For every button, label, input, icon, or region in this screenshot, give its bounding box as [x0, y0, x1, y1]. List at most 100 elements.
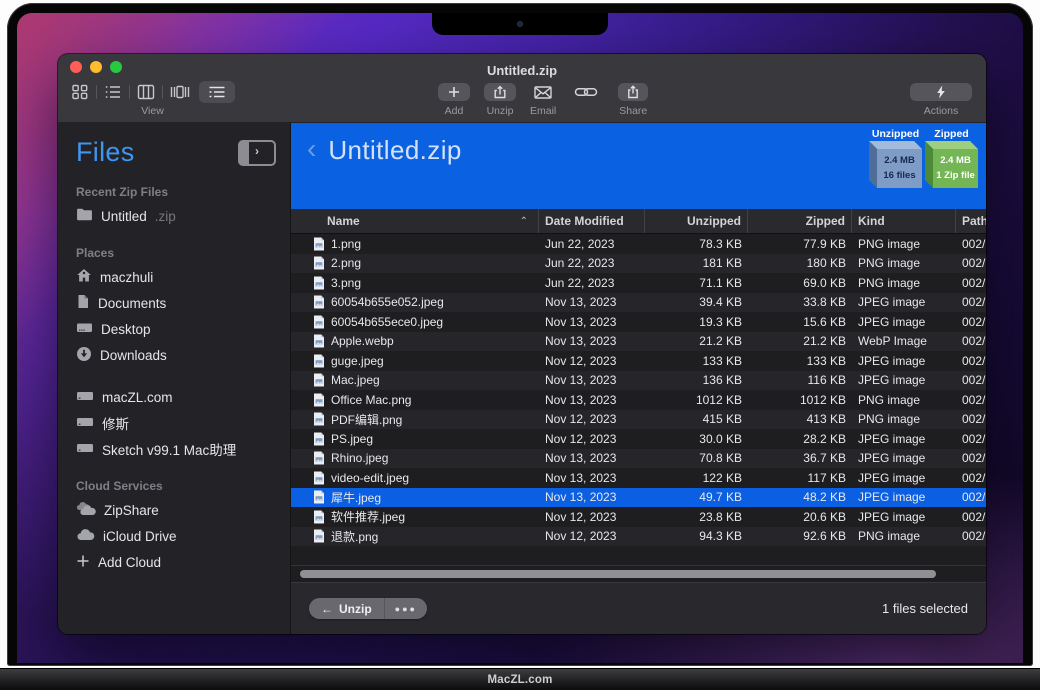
- cell-date: Nov 12, 2023: [539, 354, 645, 368]
- cell-zipped: 180 KB: [748, 256, 852, 270]
- table-row[interactable]: Mac.jpegNov 13, 2023136 KB116 KBJPEG ima…: [291, 371, 986, 391]
- gallery-view-icon[interactable]: [169, 83, 191, 101]
- cell-unzipped: 94.3 KB: [645, 529, 748, 543]
- unzip-options-button[interactable]: ●●●: [385, 598, 427, 619]
- email-button[interactable]: Email: [530, 80, 556, 117]
- sidebar-item-documents[interactable]: Documents: [76, 290, 276, 316]
- cell-path: 002/: [956, 490, 986, 504]
- cell-kind: JPEG image: [852, 295, 956, 309]
- cell-date: Jun 22, 2023: [539, 256, 645, 270]
- cell-path: 002/: [956, 510, 986, 524]
- close-button[interactable]: [70, 61, 82, 73]
- column-header-kind[interactable]: Kind: [852, 209, 956, 233]
- cell-date: Nov 12, 2023: [539, 412, 645, 426]
- actions-button[interactable]: Actions: [910, 80, 972, 117]
- status-bar: ← Unzip ●●● 1 files selected: [291, 582, 986, 634]
- file-icon: [313, 295, 325, 309]
- cell-path: 002/: [956, 256, 986, 270]
- cell-date: Nov 13, 2023: [539, 393, 645, 407]
- screen-wallpaper: Untitled.zip: [17, 13, 1023, 663]
- panel-toggle-icon[interactable]: ›: [238, 140, 276, 166]
- cell-kind: PNG image: [852, 393, 956, 407]
- table-row[interactable]: 犀牛.jpegNov 13, 202349.7 KB48.2 KBJPEG im…: [291, 488, 986, 508]
- table-row[interactable]: Apple.webpNov 13, 202321.2 KB21.2 KBWebP…: [291, 332, 986, 352]
- list-view-icon[interactable]: [103, 83, 123, 101]
- outline-view-icon[interactable]: [199, 81, 235, 103]
- cell-unzipped: 23.8 KB: [645, 510, 748, 524]
- cell-kind: JPEG image: [852, 510, 956, 524]
- sidebar-item-untitled[interactable]: Untitled.zip: [76, 203, 276, 229]
- column-view-icon[interactable]: [136, 83, 156, 101]
- cell-kind: PNG image: [852, 412, 956, 426]
- cell-unzipped: 21.2 KB: [645, 334, 748, 348]
- table-row[interactable]: 60054b655e052.jpegNov 13, 202339.4 KB33.…: [291, 293, 986, 313]
- file-icon: [313, 354, 325, 368]
- cell-name: 2.png: [291, 256, 539, 270]
- table-row[interactable]: 3.pngJun 22, 202371.1 KB69.0 KBPNG image…: [291, 273, 986, 293]
- table-row[interactable]: 1.pngJun 22, 202378.3 KB77.9 KBPNG image…: [291, 234, 986, 254]
- table-row[interactable]: 软件推荐.jpegNov 12, 202323.8 KB20.6 KBJPEG …: [291, 507, 986, 527]
- scrollbar-thumb[interactable]: [300, 570, 936, 578]
- cell-unzipped: 122 KB: [645, 471, 748, 485]
- view-segmented-control: View: [70, 80, 235, 117]
- file-icon: [313, 471, 325, 485]
- column-header-zipped[interactable]: Zipped: [748, 209, 852, 233]
- sidebar-item-maczhuli[interactable]: maczhuli: [76, 264, 276, 290]
- cell-date: Nov 12, 2023: [539, 432, 645, 446]
- sidebar-item-label: Documents: [98, 296, 166, 311]
- cell-kind: PNG image: [852, 237, 956, 251]
- table-row[interactable]: Office Mac.pngNov 13, 20231012 KB1012 KB…: [291, 390, 986, 410]
- sidebar: Files › Recent Zip FilesUntitled.zipPlac…: [58, 123, 291, 634]
- sidebar-section-header: Recent Zip Files: [76, 185, 276, 199]
- back-chevron-icon[interactable]: ‹: [307, 135, 316, 166]
- app-window: Untitled.zip: [58, 54, 986, 634]
- home-icon: [76, 268, 92, 286]
- table-row[interactable]: PS.jpegNov 12, 202330.0 KB28.2 KBJPEG im…: [291, 429, 986, 449]
- sidebar-item-desktop[interactable]: Desktop: [76, 316, 276, 342]
- cell-name: Office Mac.png: [291, 393, 539, 407]
- sidebar-item-maczl-com[interactable]: macZL.com: [76, 384, 276, 410]
- table-row[interactable]: 2.pngJun 22, 2023181 KB180 KBPNG image00…: [291, 254, 986, 274]
- cell-path: 002/: [956, 237, 986, 251]
- share-button[interactable]: Share: [618, 80, 648, 117]
- sidebar-item-label: maczhuli: [100, 270, 153, 285]
- cell-path: 002/: [956, 451, 986, 465]
- table-row[interactable]: Rhino.jpegNov 13, 202370.8 KB36.7 KBJPEG…: [291, 449, 986, 469]
- sidebar-item-label: 修斯: [102, 413, 129, 433]
- sidebar-item-zipshare[interactable]: ZipShare: [76, 497, 276, 523]
- zipped-cube: 2.4 MB 1 Zip file: [925, 141, 978, 188]
- cell-zipped: 69.0 KB: [748, 276, 852, 290]
- file-icon: [313, 510, 325, 524]
- unzip-arrow-icon: ←: [321, 602, 333, 616]
- add-button[interactable]: Add: [438, 80, 470, 117]
- sidebar-item-sketch-v99-1-mac-[interactable]: Sketch v99.1 Mac助理: [76, 436, 276, 462]
- cell-path: 002/: [956, 412, 986, 426]
- sidebar-item-add-cloud[interactable]: Add Cloud: [76, 549, 276, 575]
- grid-view-icon[interactable]: [70, 83, 90, 101]
- column-header-path[interactable]: Path: [956, 209, 986, 233]
- column-header-name[interactable]: Name ⌃: [291, 209, 539, 233]
- sidebar-item-label: macZL.com: [102, 390, 173, 405]
- link-button[interactable]: [574, 80, 598, 105]
- table-row[interactable]: 60054b655ece0.jpegNov 13, 202319.3 KB15.…: [291, 312, 986, 332]
- column-header-unzipped[interactable]: Unzipped: [645, 209, 748, 233]
- download-icon: [76, 346, 92, 365]
- table-row[interactable]: 退款.pngNov 12, 202394.3 KB92.6 KBPNG imag…: [291, 527, 986, 547]
- sidebar-section-header: Places: [76, 246, 276, 260]
- table-row[interactable]: guge.jpegNov 12, 2023133 KB133 KBJPEG im…: [291, 351, 986, 371]
- unzip-action-button[interactable]: ← Unzip ●●●: [309, 598, 427, 619]
- table-row[interactable]: video-edit.jpegNov 13, 2023122 KB117 KBJ…: [291, 468, 986, 488]
- table-row[interactable]: PDF编辑.pngNov 12, 2023415 KB413 KBPNG ima…: [291, 410, 986, 430]
- minimize-button[interactable]: [90, 61, 102, 73]
- column-header-date[interactable]: Date Modified: [539, 209, 645, 233]
- cell-unzipped: 415 KB: [645, 412, 748, 426]
- cell-name: guge.jpeg: [291, 354, 539, 368]
- sidebar-item-downloads[interactable]: Downloads: [76, 342, 276, 368]
- zoom-button[interactable]: [110, 61, 122, 73]
- unzip-button[interactable]: Unzip: [484, 80, 516, 117]
- cell-path: 002/: [956, 295, 986, 309]
- cell-path: 002/: [956, 315, 986, 329]
- sidebar-item--[interactable]: 修斯: [76, 410, 276, 436]
- sidebar-item-icloud-drive[interactable]: iCloud Drive: [76, 523, 276, 549]
- cell-path: 002/: [956, 334, 986, 348]
